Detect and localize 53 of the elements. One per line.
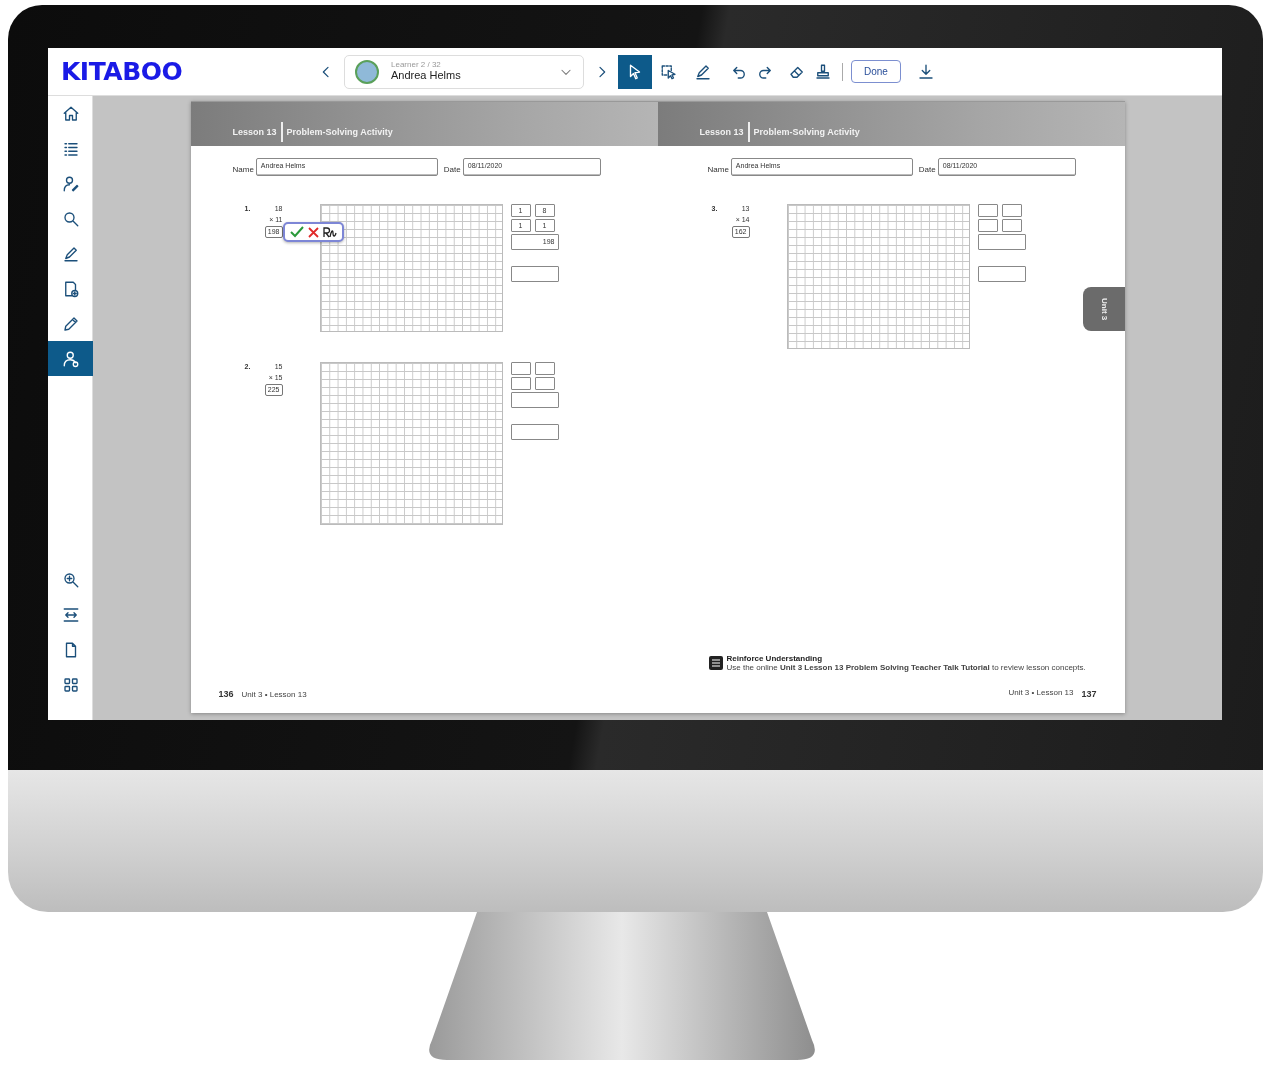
zoom-in-icon [61,570,80,589]
page-number: 137 [1081,687,1097,701]
lesson-label: Lesson 13 [232,122,283,142]
reinforce-title: Reinforce Understanding [726,655,824,665]
total-field[interactable] [977,266,1026,282]
partial-field[interactable] [510,377,531,390]
field-label: Name [707,164,729,176]
page-number: 136 [218,687,234,701]
tab-label: Unit 3 [1098,297,1110,321]
partial-field[interactable] [510,362,531,375]
page-title: Problem-Solving Activity [285,126,393,139]
correct-button[interactable] [289,226,304,238]
footer-text: Unit 3 • Lesson 13 [1008,687,1074,699]
avatar [355,59,379,84]
incorrect-button[interactable] [307,226,319,238]
field-label: Date [918,164,936,176]
user-icon [61,349,80,368]
page-title: Problem-Solving Activity [752,126,860,139]
check-icon [289,226,304,238]
learner-name: Andrea Helms [391,68,462,83]
total-field[interactable] [510,424,559,440]
fit-width-icon [61,605,80,624]
close-icon [307,226,319,238]
reinforce-text: Use the online Unit 3 Lesson 13 Problem Solving Teacher Talk Tutorial to review lesson concepts. [726,664,1087,673]
lesson-label: Lesson 13 [699,122,750,142]
product-field[interactable] [977,234,1026,250]
scribble-icon [322,226,337,238]
partial-field[interactable] [534,377,555,390]
field-label: Name [232,164,254,176]
partial-field[interactable] [534,362,555,375]
logo: KITABOO [61,55,184,88]
field-label: Date [443,164,461,176]
partial-field[interactable] [977,219,998,232]
learner-counter: Learner 2 / 32 [391,60,442,69]
footer-text: Unit 3 • Lesson 13 [241,689,307,701]
search-icon [61,209,80,228]
learner-dropdown[interactable]: Learner 2 / 32 Andrea Helms [344,54,584,89]
stamp-icon [814,62,832,81]
download-icon [916,62,935,81]
person-icon [61,174,80,193]
user-sidebar-button[interactable] [48,341,93,376]
total-field[interactable] [510,266,559,282]
partial-field[interactable] [977,204,998,217]
partial-button[interactable] [322,226,337,238]
side-tab[interactable]: Unit 3 [1082,287,1125,331]
done-button[interactable]: Done [851,60,901,83]
product-field[interactable] [510,392,559,408]
cursor-tool-button[interactable] [618,54,652,89]
grid-icon [61,675,80,694]
home-icon [61,104,80,123]
selection-icon [660,62,678,81]
partial-field[interactable] [1001,204,1022,217]
partial-field[interactable] [1001,219,1022,232]
